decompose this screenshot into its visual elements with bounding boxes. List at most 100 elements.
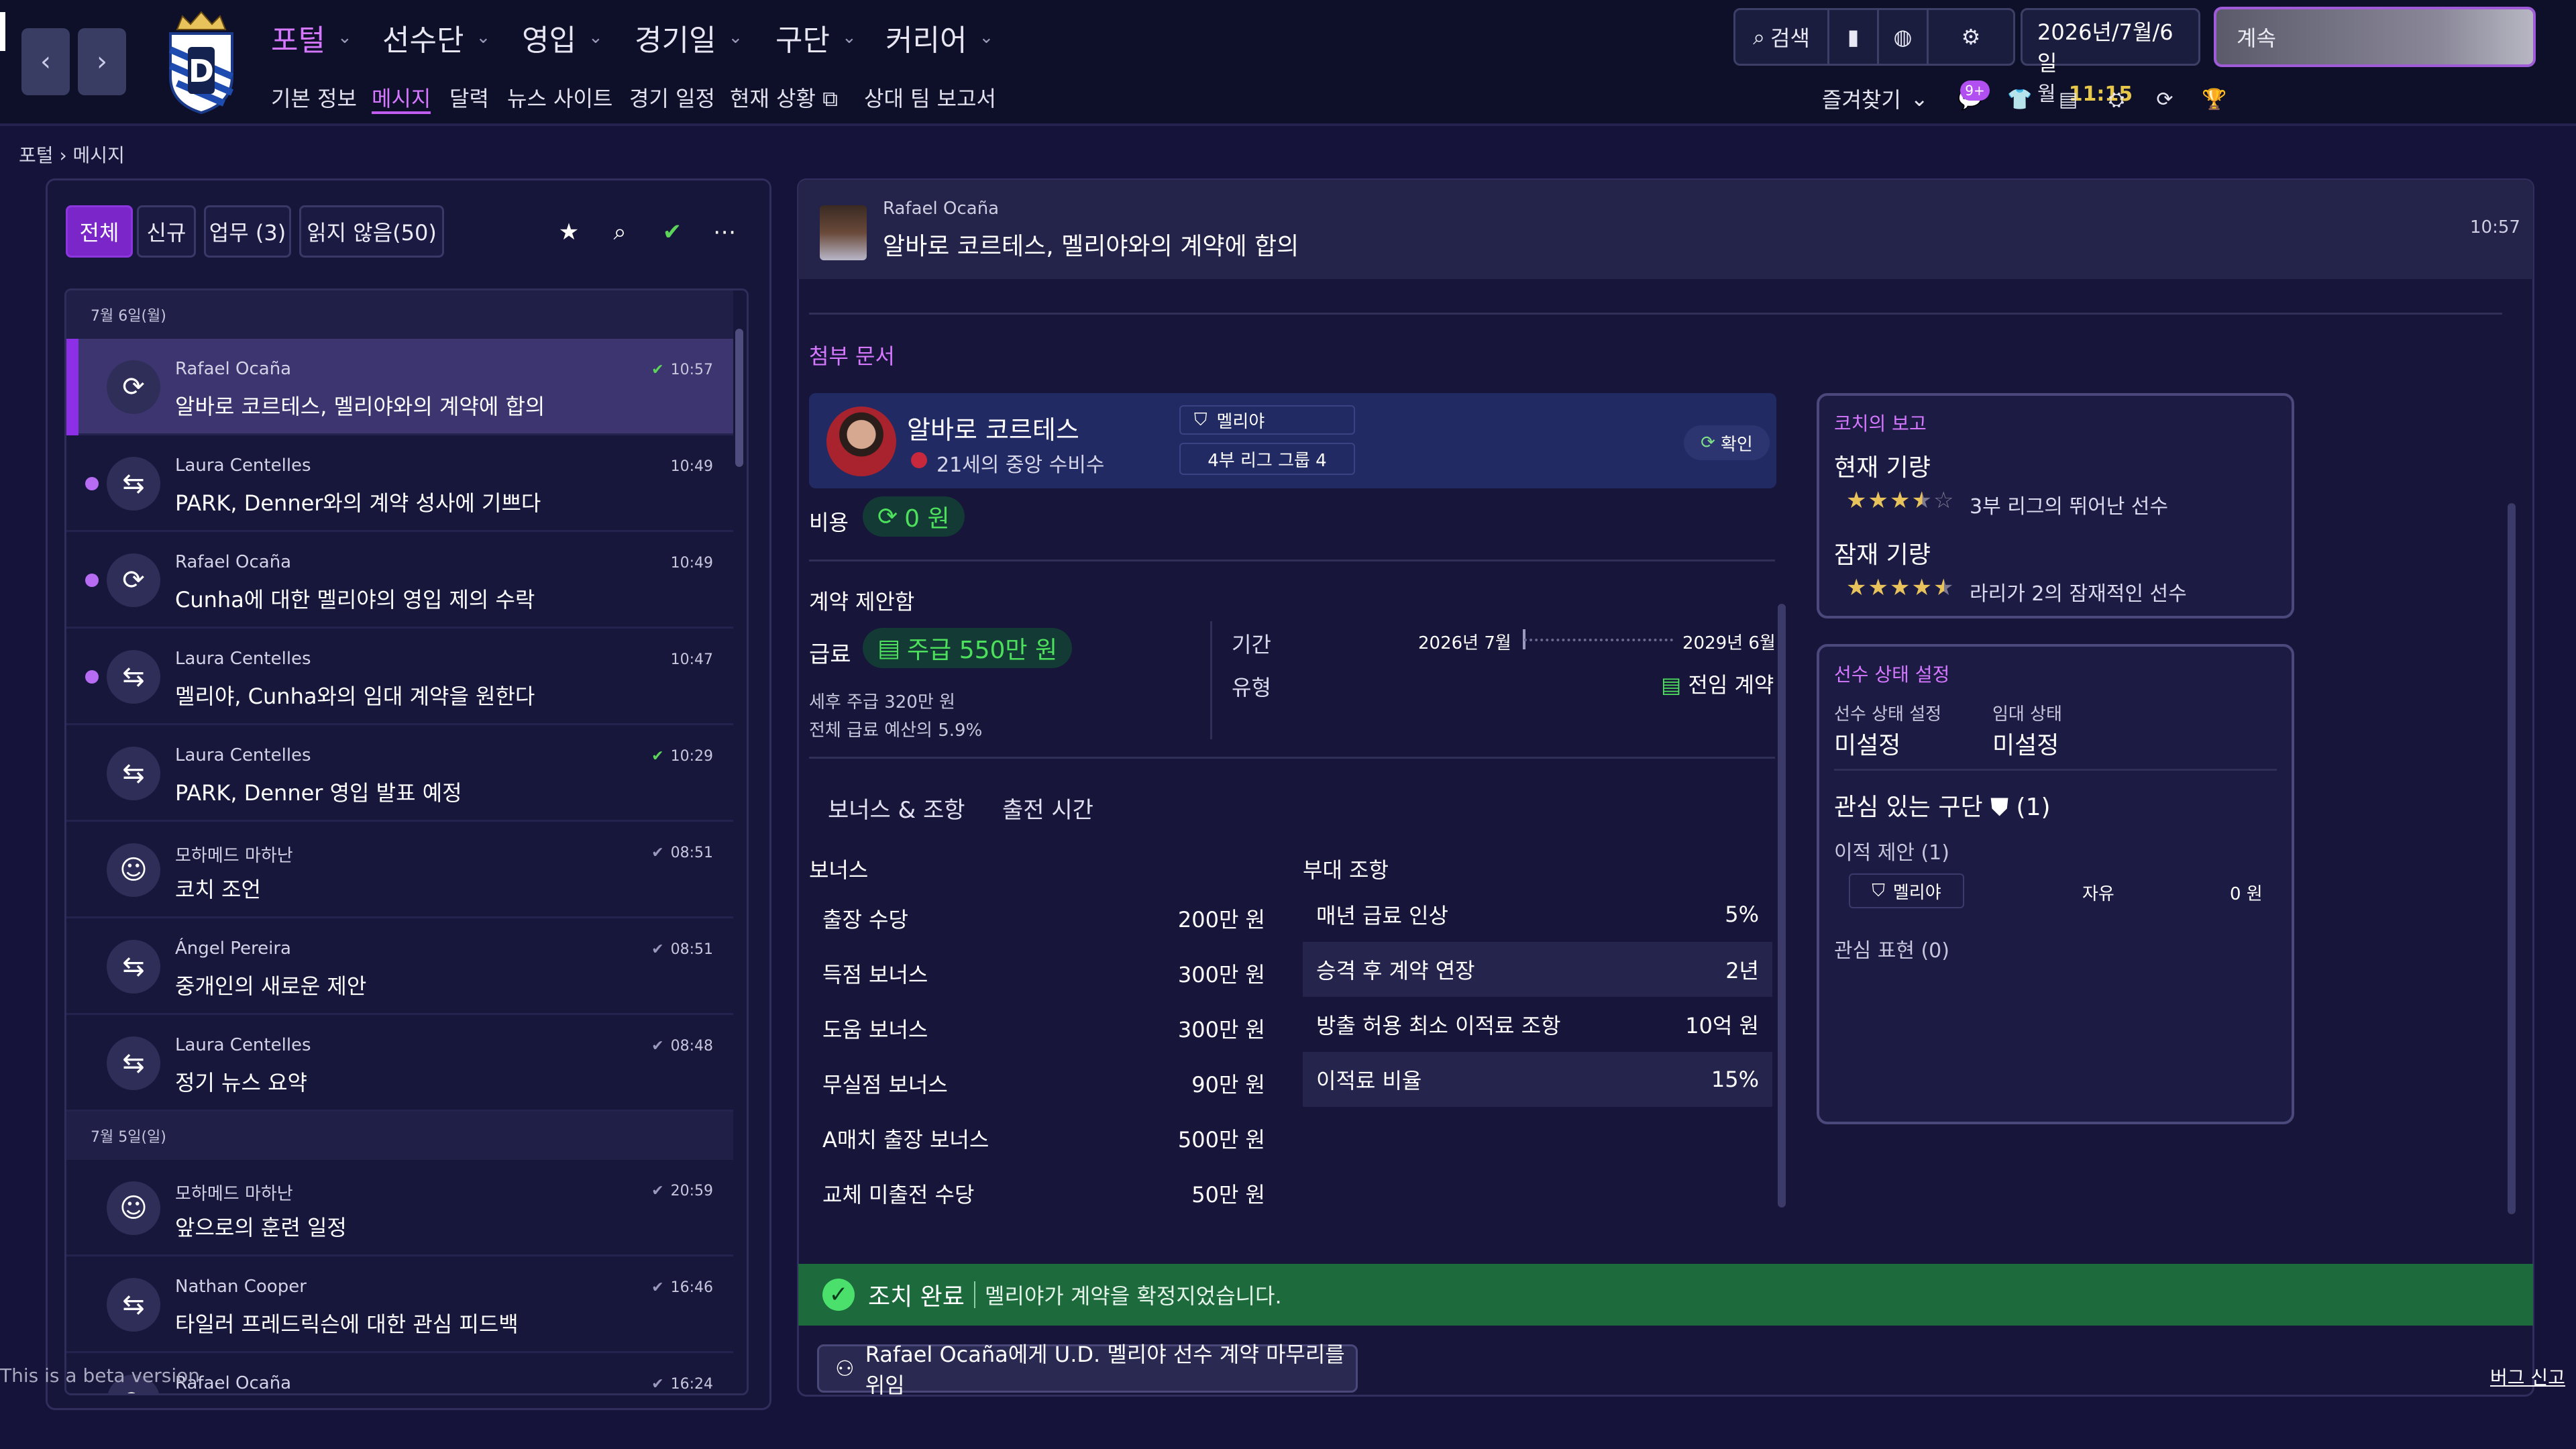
clause-value: 5% — [1725, 902, 1759, 927]
list-item[interactable]: ⟳ Rafael Ocaña 알바로 코르테스, 멜리야와의 계약에 합의 ✔ 10:5… — [66, 339, 733, 435]
bug-report-link[interactable]: 버그 신고 — [2490, 1363, 2565, 1390]
chevron-down-icon: ⌄ — [476, 28, 491, 48]
star-filter-button[interactable]: ★ — [549, 212, 589, 252]
term-timeline — [1524, 639, 1673, 641]
subnav-fixtures[interactable]: 경기 일정 — [629, 82, 715, 113]
sync-button[interactable]: ⟳ — [2147, 83, 2183, 115]
transfer-icon: ⇆ — [107, 1278, 160, 1332]
tab-playing-time[interactable]: 출전 시간 — [1002, 792, 1093, 824]
subnav-inbox[interactable]: 메시지 — [372, 82, 431, 113]
transfer-icon: ⇆ — [107, 457, 160, 511]
search-button[interactable]: ⌕ 검색 — [1735, 8, 1829, 66]
double-check-icon: ✔ — [651, 748, 664, 765]
filter-all[interactable]: 전체 — [66, 205, 133, 258]
nav-club[interactable]: 구단 ⌄ — [775, 16, 857, 59]
bookmark-icon: ▮ — [1847, 24, 1860, 50]
list-item[interactable]: ⇆ Laura Centelles PARK, Denner와의 계약 성사에 기쁘… — [66, 435, 733, 532]
delegate-icon: ⚇ — [835, 1356, 855, 1381]
search-messages-button[interactable]: ⌕ — [600, 212, 640, 252]
scout-button[interactable]: ⛭ — [2098, 83, 2135, 115]
chevron-right-icon: › — [97, 46, 107, 77]
breadcrumb-root[interactable]: 포털 — [19, 144, 54, 166]
nav-transfers[interactable]: 영입 ⌄ — [522, 16, 603, 59]
subnav-opposition-report[interactable]: 상대 팀 보고서 — [864, 82, 996, 113]
report-button[interactable]: ▤ — [2050, 83, 2086, 115]
message-scrollbar[interactable] — [2508, 503, 2516, 1214]
continue-button[interactable]: 계속 — [2214, 7, 2536, 67]
confirm-button[interactable]: ⟳ 확인 — [1684, 425, 1770, 460]
favorites-dropdown[interactable]: 즐겨찾기 ⌄ — [1822, 83, 1929, 114]
star-full-icon: ★ — [1846, 574, 1868, 601]
delegate-contract-button[interactable]: ⚇ Rafael Ocaña에게 U.D. 멜리야 선수 계약 마무리를 위임 — [817, 1342, 1358, 1398]
bonus-value: 50만 원 — [1191, 1182, 1265, 1208]
star-full-icon: ★ — [1868, 574, 1890, 601]
club-crest-logo[interactable]: D — [164, 9, 239, 114]
nav-squad[interactable]: 선수단 ⌄ — [382, 16, 490, 59]
filter-new[interactable]: 신규 — [137, 205, 196, 258]
kit-button[interactable]: 👕 — [2002, 83, 2038, 115]
message-subject: 멜리야, Cunha와의 임대 계약을 원한다 — [175, 684, 535, 709]
message-sender: Laura Centelles — [175, 1035, 311, 1055]
potential-ability-desc: 라리가 2의 잠재적인 선수 — [1970, 582, 2187, 606]
list-item[interactable]: ⇆ Ángel Pereira 중개인의 새로운 제안 ✔ 08:51 — [66, 918, 733, 1015]
list-item[interactable]: ⇆ Nathan Cooper 타일러 프레드릭슨에 대한 관심 피드백 ✔ 16:46 — [66, 1256, 733, 1353]
list-item[interactable]: ☺ 모하메드 마하난 코치 조언 ✔ 08:51 — [66, 822, 733, 918]
subnav-calendar[interactable]: 달력 — [449, 82, 489, 113]
message-time: 08:51 — [670, 845, 713, 861]
filter-tasks[interactable]: 업무 (3) — [204, 205, 291, 258]
player-club[interactable]: ⛉ 멜리야 — [1179, 405, 1355, 435]
offer-fee: 0 원 — [2230, 884, 2263, 904]
divider — [1210, 621, 1212, 739]
message-time: 10:47 — [670, 651, 713, 668]
bookmark-button[interactable]: ▮ — [1829, 8, 1879, 66]
search-icon: ⌕ — [613, 219, 627, 246]
nationality-flag-icon — [911, 452, 927, 468]
tab-bonuses-clauses[interactable]: 보너스 & 조항 — [828, 792, 965, 824]
refresh-icon: ⟳ — [2156, 87, 2174, 111]
term-start: 2026년 7월 — [1418, 633, 1511, 653]
contract-scrollbar[interactable] — [1778, 604, 1786, 1208]
loan-status-value[interactable]: 미설정 — [1992, 726, 2059, 761]
bonus-row: A매치 출장 보너스 500만 원 — [809, 1111, 1279, 1166]
list-item[interactable]: ⟳ Rafael Ocaña Cunha에 대한 멜리야의 영입 제의 수락 10:4… — [66, 532, 733, 629]
subnav-status[interactable]: 현재 상황 ⧉ — [730, 82, 838, 113]
game-date[interactable]: 2026년/7월/6일 월 11:15 — [2021, 8, 2200, 106]
player-name[interactable]: 알바로 코르테스 — [907, 409, 1079, 446]
mark-all-read-button[interactable]: ✔ — [652, 212, 692, 252]
message-sender: Laura Centelles — [175, 455, 311, 476]
list-item[interactable]: ⇆ Laura Centelles 멜리야, Cunha와의 임대 계약을 원한다 1… — [66, 629, 733, 725]
confirm-label: 확인 — [1720, 434, 1753, 455]
message-subject: PARK, Denner와의 계약 성사에 기쁘다 — [175, 490, 541, 516]
message-time-wrap: ✔ 08:51 — [651, 941, 713, 958]
subnav-news[interactable]: 뉴스 사이트 — [507, 82, 612, 113]
nav-matchday[interactable]: 경기일 ⌄ — [635, 16, 743, 59]
settings-button[interactable]: ⚙ — [1929, 8, 2013, 66]
player-avatar — [826, 407, 896, 476]
forward-button[interactable]: › — [78, 28, 126, 95]
trophy-button[interactable]: 🏆 — [2196, 83, 2233, 115]
message-list-scrollbar[interactable] — [735, 329, 743, 467]
bonus-list: 출장 수당 200만 원 득점 보너스 300만 원 도움 보너스 300만 원 무실점 보… — [809, 891, 1279, 1221]
bonus-row: 무실점 보너스 90만 원 — [809, 1056, 1279, 1111]
nav-career[interactable]: 커리어 ⌄ — [885, 16, 994, 59]
subnav-overview[interactable]: 기본 정보 — [271, 82, 357, 113]
list-item[interactable]: ⇆ Laura Centelles PARK, Denner 영입 발표 예정 ✔ 10… — [66, 725, 733, 822]
list-item[interactable]: ☺ 모하메드 마하난 앞으로의 훈련 일정 ✔ 20:59 — [66, 1160, 733, 1256]
player-club-label: 멜리야 — [1216, 411, 1265, 432]
list-item[interactable]: ⇆ Laura Centelles 정기 뉴스 요약 ✔ 08:48 — [66, 1015, 733, 1112]
message-time-wrap: 10:49 — [671, 555, 713, 572]
filter-unread[interactable]: 읽지 않음(50) — [299, 205, 444, 258]
current-ability-stars: ★★★★☆ — [1846, 487, 1955, 514]
clause-name: 이적료 비율 — [1316, 1068, 1422, 1093]
wage-budget-share: 전체 급료 예산의 5.9% — [809, 720, 983, 741]
back-button[interactable]: ‹ — [21, 28, 70, 95]
offer-club[interactable]: ⛉ 멜리야 — [1849, 873, 1964, 908]
more-options-button[interactable]: ⋯ — [704, 212, 745, 252]
trophy-icon: 🏆 — [2202, 87, 2227, 111]
status-setting-value[interactable]: 미설정 — [1834, 726, 1900, 761]
nav-portal[interactable]: 포털 ⌄ — [271, 16, 352, 59]
player-league[interactable]: 4부 리그 그룹 4 — [1179, 443, 1355, 475]
message-sender: Ángel Pereira — [175, 938, 291, 959]
globe-button[interactable]: ◍ — [1879, 8, 1929, 66]
message-time-wrap: 10:49 — [671, 458, 713, 475]
